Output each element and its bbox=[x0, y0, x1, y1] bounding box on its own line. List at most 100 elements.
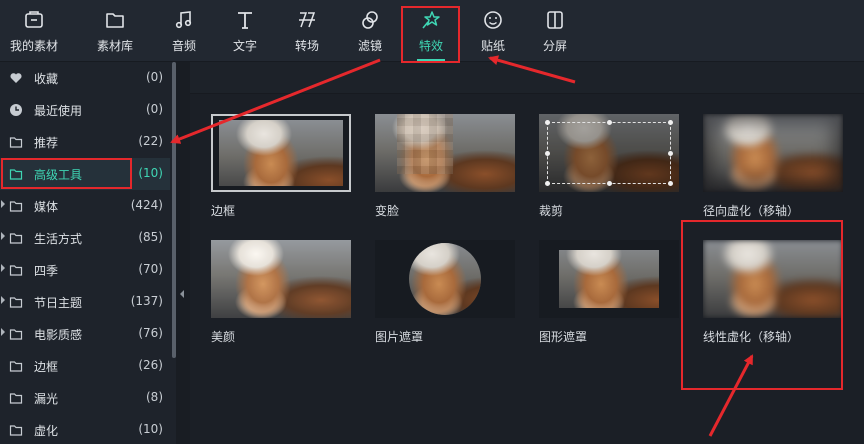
tool-filter[interactable]: 滤镜 bbox=[339, 6, 401, 62]
sidebar-item-light-leaks[interactable]: 漏光 (8) bbox=[0, 382, 170, 414]
expand-caret-icon[interactable] bbox=[1, 296, 5, 304]
sidebar-item-count: (26) bbox=[138, 358, 163, 372]
sidebar-item-label: 边框 bbox=[34, 360, 59, 374]
folder-icon bbox=[9, 425, 23, 436]
effect-label: 径向虚化（移轴） bbox=[703, 204, 800, 218]
effect-label: 裁剪 bbox=[539, 204, 564, 218]
effect-thumbnail bbox=[375, 114, 515, 192]
folder-icon bbox=[9, 297, 23, 308]
effect-thumbnail bbox=[703, 114, 843, 192]
tool-text[interactable]: 文字 bbox=[214, 6, 276, 62]
sidebar-item-count: (0) bbox=[146, 70, 163, 84]
tool-sticker[interactable]: 贴纸 bbox=[462, 6, 524, 62]
sidebar-item-count: (0) bbox=[146, 102, 163, 116]
tool-label: 素材库 bbox=[96, 39, 133, 53]
sidebar-item-borders[interactable]: 边框 (26) bbox=[0, 350, 170, 382]
tool-audio[interactable]: 音频 bbox=[153, 6, 215, 62]
sidebar-item-count: (76) bbox=[138, 326, 163, 340]
effect-card-border[interactable]: 边框 bbox=[211, 114, 351, 219]
tool-label: 文字 bbox=[232, 39, 257, 53]
sidebar-item-blur[interactable]: 虚化 (10) bbox=[0, 414, 170, 444]
sidebar-item-media[interactable]: 媒体 (424) bbox=[0, 190, 170, 222]
effect-thumbnail bbox=[539, 114, 679, 192]
sidebar-item-holidays[interactable]: 节日主题 (137) bbox=[0, 286, 170, 318]
sidebar-item-recent[interactable]: 最近使用 (0) bbox=[0, 94, 170, 126]
tool-transition[interactable]: 转场 bbox=[276, 6, 338, 62]
sidebar-item-count: (70) bbox=[138, 262, 163, 276]
sidebar-item-favorites[interactable]: 收藏 (0) bbox=[0, 62, 170, 94]
tool-label: 贴纸 bbox=[480, 39, 505, 53]
sidebar-item-lifestyle[interactable]: 生活方式 (85) bbox=[0, 222, 170, 254]
effect-card-shape-mask[interactable]: 图形遮罩 bbox=[539, 240, 679, 345]
sidebar-item-count: (85) bbox=[138, 230, 163, 244]
transition-icon bbox=[299, 12, 316, 28]
sidebar-item-seasons[interactable]: 四季 (70) bbox=[0, 254, 170, 286]
sidebar-item-label: 漏光 bbox=[34, 392, 59, 406]
tool-my-media[interactable]: 我的素材 bbox=[3, 6, 65, 62]
expand-caret-icon[interactable] bbox=[1, 200, 5, 208]
folder-icon bbox=[9, 393, 23, 404]
effect-label: 图形遮罩 bbox=[539, 330, 588, 344]
music-note-icon bbox=[175, 11, 192, 29]
sidebar-item-label: 生活方式 bbox=[34, 232, 83, 246]
sidebar-item-label: 节日主题 bbox=[34, 296, 83, 310]
sidebar-item-count: (22) bbox=[138, 134, 163, 148]
sidebar-item-label: 最近使用 bbox=[34, 104, 83, 118]
effect-thumbnail bbox=[211, 114, 351, 192]
tool-label: 我的素材 bbox=[9, 39, 58, 53]
tool-label: 分屏 bbox=[542, 39, 567, 53]
effect-card-beauty[interactable]: 美颜 bbox=[211, 240, 351, 345]
heart-icon bbox=[10, 73, 22, 83]
crop-frame bbox=[547, 122, 671, 184]
effect-thumbnail bbox=[539, 240, 679, 318]
effect-label: 变脸 bbox=[375, 204, 400, 218]
tool-split-screen[interactable]: 分屏 bbox=[524, 6, 586, 62]
folder-icon bbox=[106, 13, 124, 28]
effect-card-crop[interactable]: 裁剪 bbox=[539, 114, 679, 219]
folder-icon bbox=[9, 233, 23, 244]
panel-header-bar bbox=[190, 62, 864, 94]
expand-caret-icon[interactable] bbox=[1, 328, 5, 336]
effect-label: 边框 bbox=[211, 204, 236, 218]
effect-thumbnail bbox=[211, 240, 351, 318]
filter-icon bbox=[362, 11, 378, 29]
text-icon bbox=[238, 12, 252, 29]
tool-label: 滤镜 bbox=[357, 39, 382, 53]
effect-label: 图片遮罩 bbox=[375, 330, 424, 344]
sidebar-item-label: 推荐 bbox=[34, 136, 59, 150]
effect-thumbnail bbox=[375, 240, 515, 318]
sidebar-item-label: 收藏 bbox=[34, 72, 59, 86]
sidebar-item-cinematic[interactable]: 电影质感 (76) bbox=[0, 318, 170, 350]
collapse-arrow-icon[interactable] bbox=[180, 290, 184, 298]
sidebar-item-label: 媒体 bbox=[34, 200, 59, 214]
effect-card-radial-blur[interactable]: 径向虚化（移轴） bbox=[703, 114, 843, 219]
sidebar-item-label: 虚化 bbox=[34, 424, 59, 438]
folder-icon bbox=[9, 329, 23, 340]
sidebar-item-label: 电影质感 bbox=[34, 328, 83, 342]
sidebar-item-recommended[interactable]: 推荐 (22) bbox=[0, 126, 170, 158]
sidebar-item-label: 四季 bbox=[34, 264, 59, 278]
tool-label: 音频 bbox=[171, 39, 196, 53]
annotation-box-effects-tab bbox=[401, 6, 460, 63]
tool-library[interactable]: 素材库 bbox=[84, 6, 146, 62]
expand-caret-icon[interactable] bbox=[1, 264, 5, 272]
sidebar-item-count: (424) bbox=[130, 198, 163, 212]
sticker-icon bbox=[484, 11, 502, 29]
annotation-box-linear-blur bbox=[681, 220, 843, 390]
effect-label: 美颜 bbox=[211, 330, 236, 344]
folder-media-icon bbox=[25, 11, 43, 28]
annotation-box-advanced-tools bbox=[1, 158, 132, 189]
effect-card-image-mask[interactable]: 图片遮罩 bbox=[375, 240, 515, 345]
folder-icon bbox=[9, 137, 23, 148]
sidebar-item-count: (8) bbox=[146, 390, 163, 404]
sidebar-item-count: (10) bbox=[138, 422, 163, 436]
folder-icon bbox=[9, 361, 23, 372]
category-sidebar: 收藏 (0) 最近使用 (0) 推荐 (22) 高级工具 (10) 媒体 (42… bbox=[0, 62, 176, 444]
tool-label: 转场 bbox=[294, 39, 319, 53]
sidebar-item-count: (10) bbox=[138, 166, 163, 180]
effect-card-face-mosaic[interactable]: 变脸 bbox=[375, 114, 515, 219]
sidebar-collapse-strip bbox=[176, 62, 190, 444]
clock-icon bbox=[10, 104, 22, 116]
folder-icon bbox=[9, 201, 23, 212]
expand-caret-icon[interactable] bbox=[1, 232, 5, 240]
